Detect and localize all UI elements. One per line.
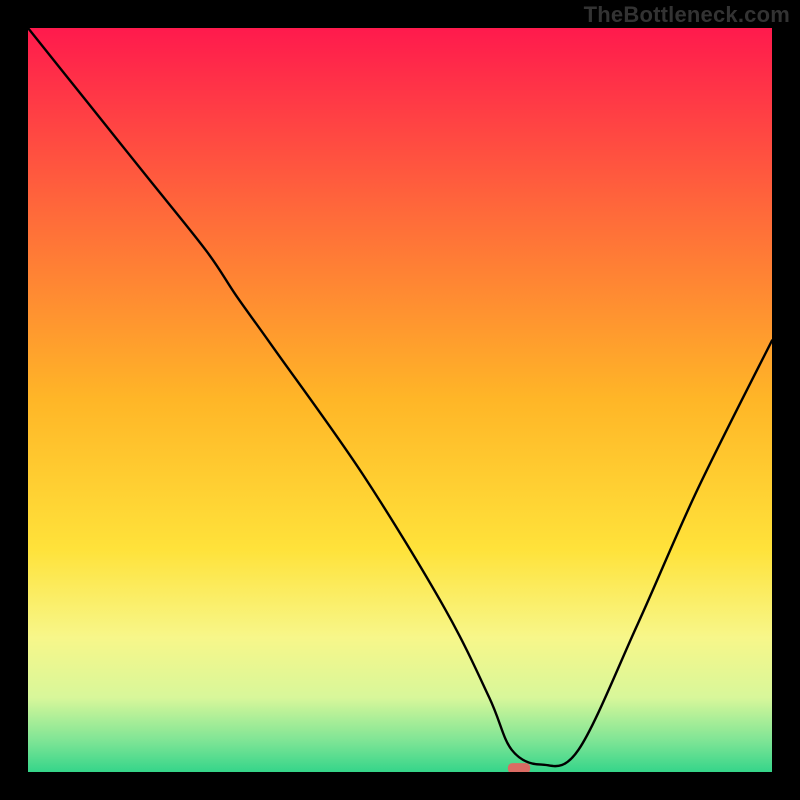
gradient-background (28, 28, 772, 772)
chart-frame: TheBottleneck.com (0, 0, 800, 800)
watermark-text: TheBottleneck.com (584, 2, 790, 28)
plot-area (28, 28, 772, 772)
chart-svg (28, 28, 772, 772)
minimum-marker (508, 763, 530, 772)
